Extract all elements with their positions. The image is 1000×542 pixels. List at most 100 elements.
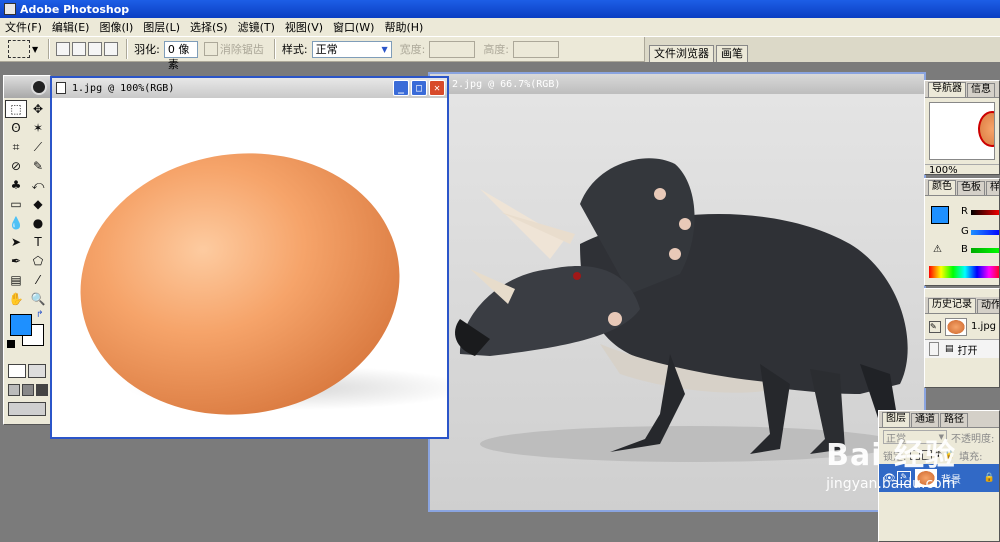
tab-actions[interactable]: 动作	[977, 299, 999, 313]
menu-image[interactable]: 图像(I)	[94, 19, 138, 35]
options-bar: ▼ 羽化: 0 像素 消除锯齿 样式: 正常 ▼ 宽度: 高度: 文件浏览器 画…	[0, 36, 1000, 71]
color-ramp[interactable]	[929, 266, 999, 278]
history-brush-tool-icon[interactable]: ⤺	[27, 176, 49, 194]
brush-tool-icon[interactable]: ✎	[27, 157, 49, 175]
swap-colors-icon[interactable]: ↱	[36, 310, 44, 320]
tab-file-browser[interactable]: 文件浏览器	[649, 45, 714, 62]
shape-tool-icon[interactable]: ⬠	[27, 252, 49, 270]
toolbox-header[interactable]	[4, 76, 50, 98]
menu-filter[interactable]: 滤镜(T)	[233, 19, 280, 35]
standard-mode-icon[interactable]	[8, 364, 26, 378]
standard-screen-mode-icon[interactable]	[8, 384, 20, 396]
subtract-selection-button[interactable]	[88, 42, 103, 56]
eyedropper-tool-icon[interactable]: ⁄	[27, 271, 49, 289]
adobe-online-icon[interactable]	[31, 79, 47, 95]
lasso-tool-icon[interactable]: ʘ	[5, 119, 27, 137]
chevron-down-icon: ▼	[381, 44, 388, 54]
watermark-logo: Bai 经验	[826, 438, 956, 473]
style-select[interactable]: 正常 ▼	[311, 40, 392, 58]
menu-file[interactable]: 文件(F)	[0, 19, 47, 35]
navigator-zoom[interactable]: 100%	[925, 164, 999, 174]
magic-wand-tool-icon[interactable]: ✶	[27, 119, 49, 137]
notes-tool-icon[interactable]: ▤	[5, 271, 27, 289]
tab-info[interactable]: 信息	[967, 83, 995, 97]
fill-label: 填充:	[959, 451, 983, 463]
history-snapshot[interactable]: ✎ 1.jpg	[925, 314, 999, 340]
full-screen-mode-icon[interactable]	[36, 384, 48, 396]
watermark-url: jingyan.baidu.com	[826, 476, 956, 492]
close-button[interactable]: ✕	[429, 80, 445, 96]
channel-b-slider[interactable]	[971, 248, 999, 253]
foreground-color-swatch[interactable]	[10, 314, 32, 336]
width-input[interactable]	[429, 40, 476, 58]
history-step-checkbox[interactable]	[929, 342, 939, 356]
egg-image	[80, 153, 447, 415]
separator	[48, 39, 51, 59]
clone-stamp-tool-icon[interactable]: ♣	[5, 176, 27, 194]
channel-b-label: B	[961, 244, 968, 255]
menu-help[interactable]: 帮助(H)	[379, 19, 428, 35]
marquee-tool-preset-icon[interactable]	[8, 40, 30, 58]
crop-tool-icon[interactable]: ⌗	[5, 138, 27, 156]
tab-channels[interactable]: 通道	[911, 413, 939, 427]
antialias-checkbox[interactable]	[203, 42, 218, 56]
warning-icon[interactable]: ⚠	[933, 244, 942, 255]
document-title: 2.jpg @ 66.7%(RGB)	[452, 78, 561, 90]
slice-tool-icon[interactable]: ⟋	[27, 138, 49, 156]
tab-styles[interactable]: 样	[986, 181, 999, 195]
channel-g-label: G	[961, 226, 969, 237]
tab-swatches[interactable]: 色板	[957, 181, 985, 195]
move-tool-icon[interactable]: ✥	[27, 100, 49, 118]
healing-brush-tool-icon[interactable]: ⊘	[5, 157, 27, 175]
zoom-tool-icon[interactable]: 🔍	[27, 290, 49, 308]
chevron-down-icon[interactable]: ▼	[32, 45, 38, 54]
menu-select[interactable]: 选择(S)	[185, 19, 233, 35]
pen-tool-icon[interactable]: ✒	[5, 252, 27, 270]
separator	[273, 39, 276, 59]
tab-color[interactable]: 颜色	[928, 180, 956, 195]
channel-g-slider[interactable]	[971, 230, 999, 235]
history-step[interactable]: ▤ 打开	[925, 340, 999, 358]
navigator-preview[interactable]	[929, 102, 995, 160]
canvas-egg[interactable]	[52, 98, 447, 437]
menu-window[interactable]: 窗口(W)	[328, 19, 379, 35]
history-brush-source-icon[interactable]: ✎	[929, 320, 941, 333]
blur-tool-icon[interactable]: 💧	[5, 214, 27, 232]
feather-input[interactable]: 0 像素	[163, 40, 198, 71]
height-input[interactable]	[513, 40, 560, 58]
path-selection-tool-icon[interactable]: ➤	[5, 233, 27, 251]
tab-history[interactable]: 历史记录	[928, 298, 976, 313]
dodge-tool-icon[interactable]: ●	[27, 214, 49, 232]
tab-brushes[interactable]: 画笔	[716, 45, 748, 62]
document-title-bar[interactable]: 1.jpg @ 100%(RGB) _ □ ✕	[52, 78, 447, 98]
color-panel-foreground-swatch[interactable]	[931, 206, 949, 224]
intersect-selection-button[interactable]	[104, 42, 119, 56]
quick-mask-mode-icon[interactable]	[28, 364, 46, 378]
new-selection-button[interactable]	[56, 42, 71, 56]
color-sliders: R G ⚠ B	[925, 196, 999, 284]
default-colors-icon[interactable]	[7, 340, 15, 348]
add-selection-button[interactable]	[72, 42, 87, 56]
document-title-bar[interactable]: 2.jpg @ 66.7%(RGB)	[430, 74, 924, 94]
color-picker-area: ↱	[4, 310, 50, 362]
navigator-panel: 导航器 信息 100%	[924, 80, 1000, 175]
maximize-button[interactable]: □	[411, 80, 427, 96]
document-window-1[interactable]: 1.jpg @ 100%(RGB) _ □ ✕	[50, 76, 449, 439]
document-icon	[56, 82, 66, 94]
palette-well: 文件浏览器 画笔	[644, 37, 1000, 62]
full-screen-menu-mode-icon[interactable]	[22, 384, 34, 396]
menu-layer[interactable]: 图层(L)	[138, 19, 185, 35]
jump-to-imageready-icon[interactable]	[8, 402, 46, 416]
hand-tool-icon[interactable]: ✋	[5, 290, 27, 308]
menu-edit[interactable]: 编辑(E)	[47, 19, 95, 35]
type-tool-icon[interactable]: T	[27, 233, 49, 251]
menu-view[interactable]: 视图(V)	[280, 19, 328, 35]
tab-paths[interactable]: 路径	[940, 413, 968, 427]
tab-navigator[interactable]: 导航器	[928, 82, 966, 97]
eraser-tool-icon[interactable]: ▭	[5, 195, 27, 213]
channel-r-slider[interactable]	[971, 210, 999, 215]
marquee-tool-icon[interactable]: ⬚	[5, 100, 27, 118]
paint-bucket-tool-icon[interactable]: ◆	[27, 195, 49, 213]
tab-layers[interactable]: 图层	[882, 412, 910, 427]
minimize-button[interactable]: _	[393, 80, 409, 96]
